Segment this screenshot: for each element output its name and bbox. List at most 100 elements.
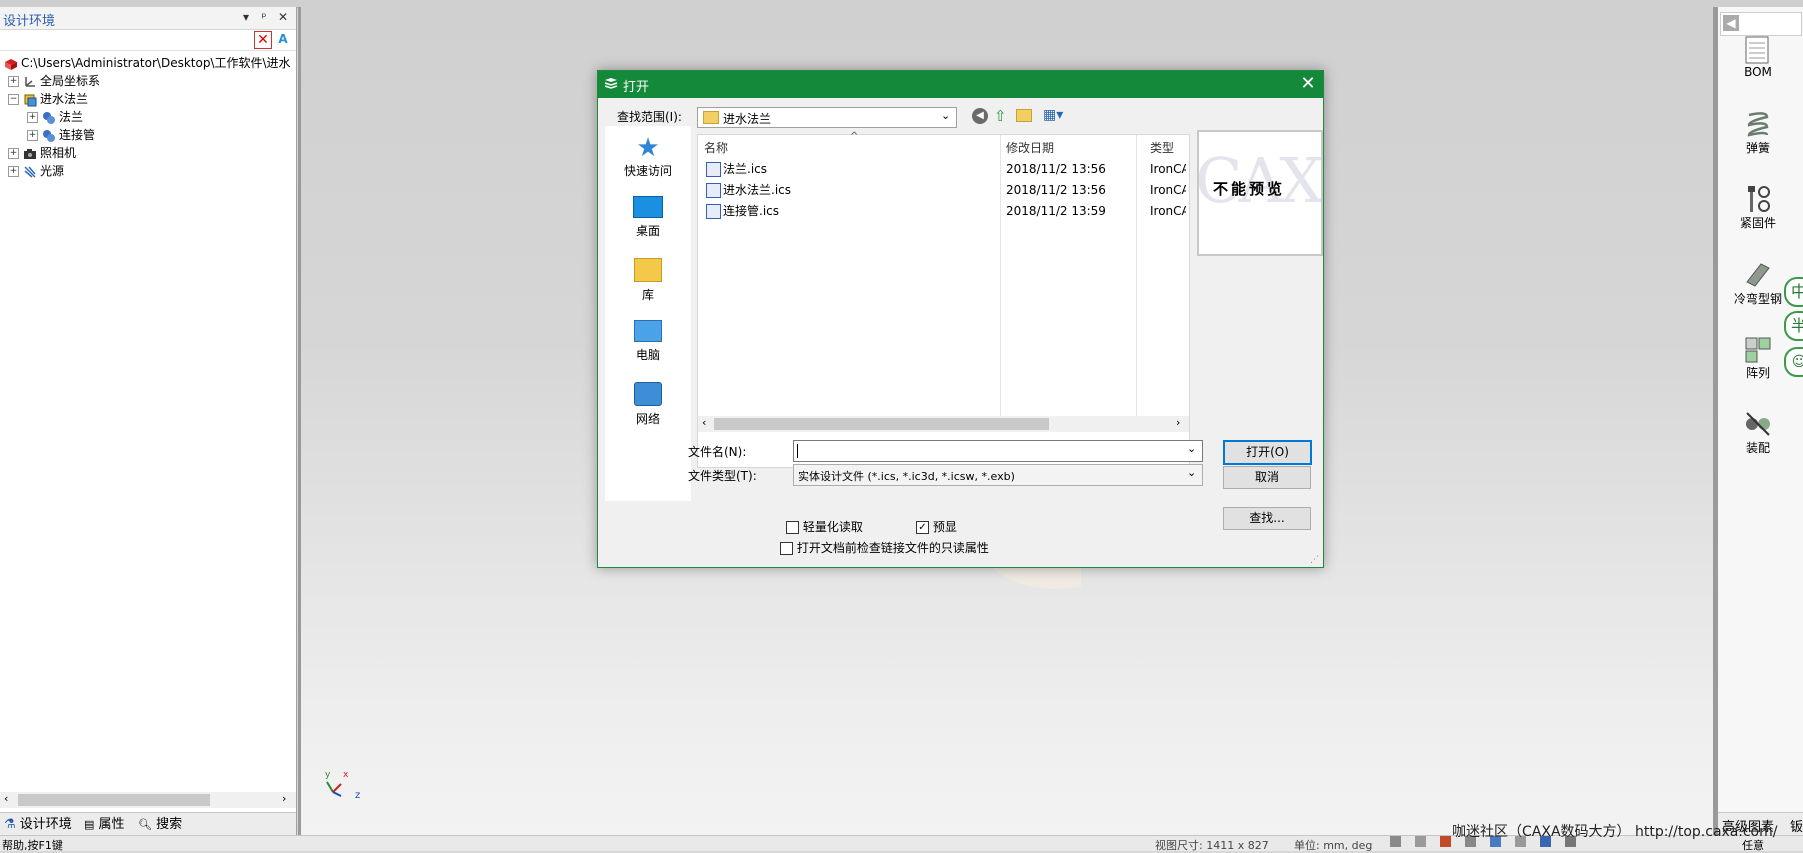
open-button[interactable]: 打开(O) [1223, 440, 1312, 465]
library-item-label: 阵列 [1745, 366, 1770, 380]
fastener-icon [1748, 186, 1770, 212]
place-label: 快速访问 [623, 164, 672, 178]
readonly-checkbox[interactable] [780, 542, 793, 555]
pin-icon[interactable]: ᵖ [256, 9, 272, 25]
scroll-right-icon[interactable]: › [1176, 416, 1180, 429]
tree-label: 全局坐标系 [40, 74, 101, 88]
filter-icon[interactable]: A [274, 31, 292, 47]
expand-icon[interactable]: + [8, 166, 19, 177]
panel-header: 设计环境 ▾ ᵖ ✕ [0, 7, 296, 30]
bom-icon [1745, 36, 1769, 64]
lightweight-read-option[interactable]: 轻量化读取 [786, 518, 863, 535]
up-folder-icon[interactable]: ⇧ [994, 107, 1007, 125]
expand-icon[interactable]: + [27, 112, 38, 123]
tree-item-inlet-flange[interactable]: − 进水法兰 [8, 90, 88, 108]
file-list-hscroll[interactable]: ‹ › [698, 416, 1189, 432]
preview-option[interactable]: ✓ 预显 [916, 518, 957, 535]
library-item-bom[interactable]: BOM [1718, 35, 1798, 79]
expand-icon[interactable]: + [27, 130, 38, 141]
file-row[interactable]: 进水法兰.ics 2018/11/2 13:56 IronCAI [706, 180, 1186, 200]
look-in-dropdown[interactable]: 进水法兰 ⌄ [697, 107, 957, 128]
chevron-down-icon[interactable]: ⌄ [1187, 466, 1196, 479]
filetype-value: 实体设计文件 (*.ics, *.ic3d, *.icsw, *.exb) [798, 470, 1015, 483]
tree-item-pipe[interactable]: + 连接管 [27, 126, 95, 144]
ime-halfwidth-icon[interactable]: 半 [1784, 311, 1803, 341]
chevron-down-icon[interactable]: ⌄ [941, 109, 950, 122]
file-row[interactable]: 法兰.ics 2018/11/2 13:56 IronCAI [706, 159, 1186, 179]
column-header-date[interactable]: 修改日期 [1006, 139, 1054, 156]
tree-item-light[interactable]: + 光源 [8, 162, 64, 180]
scroll-left-icon[interactable]: ‹ [702, 416, 706, 429]
design-environment-panel: 设计环境 ▾ ᵖ ✕ ✕ A C:\Users\Administrator\De… [0, 7, 297, 839]
ime-badge-icon[interactable]: 中 [1784, 277, 1803, 307]
ime-emoji-icon[interactable]: ☺ [1784, 347, 1803, 377]
places-bar: ★ 快速访问 桌面 库 电脑 网络 [605, 126, 691, 501]
chevron-down-icon[interactable]: ⌄ [1187, 442, 1196, 455]
close-panel-icon[interactable]: ✕ [275, 9, 291, 25]
axis-z-label: z [355, 790, 361, 801]
lightweight-checkbox[interactable] [786, 521, 799, 534]
library-item-assembly[interactable]: 装配 [1718, 409, 1798, 456]
collapse-icon[interactable]: − [8, 94, 19, 105]
scroll-thumb[interactable] [714, 418, 1049, 430]
filename-label: 文件名(N): [688, 445, 747, 459]
tab-properties[interactable]: ▤ 属性 [84, 816, 125, 834]
light-icon [24, 165, 36, 178]
tree-item-global-coords[interactable]: + 全局坐标系 [8, 72, 100, 90]
filename-input[interactable]: ⌄ [793, 440, 1203, 462]
readonly-check-option[interactable]: 打开文档前检查链接文件的只读属性 [780, 539, 989, 556]
file-name: 进水法兰.ics [723, 183, 791, 197]
back-icon[interactable]: ◀ [972, 108, 988, 124]
find-button[interactable]: 查找... [1223, 507, 1311, 530]
cancel-button[interactable]: 取消 [1223, 466, 1311, 489]
tree-item-camera[interactable]: + 照相机 [8, 144, 76, 162]
tree-label: C:\Users\Administrator\Desktop\工作软件\进水 [21, 56, 291, 70]
library-item-spring[interactable]: 弹簧 [1718, 109, 1798, 156]
view-menu-icon[interactable]: ▦▾ [1043, 107, 1063, 123]
axis-icon [25, 76, 35, 87]
place-network[interactable]: 网络 [605, 380, 691, 427]
tab-sheet-metal[interactable]: 钣 [1790, 816, 1803, 835]
panel-dropdown-icon[interactable]: ▾ [238, 9, 254, 25]
column-header-type[interactable]: 类型 [1150, 139, 1174, 156]
tree-root[interactable]: C:\Users\Administrator\Desktop\工作软件\进水 [2, 54, 291, 72]
horizontal-scrollbar[interactable]: ‹ › [0, 792, 296, 808]
open-file-dialog: 打开 ✕ 查找范围(I): 进水法兰 ⌄ ◀ ⇧ ▦▾ ★ 快速访问 桌面 库 … [597, 70, 1324, 568]
tab-search[interactable]: 🔍︎ 搜索 [138, 816, 182, 834]
delete-icon[interactable]: ✕ [254, 31, 272, 49]
panel-title: 设计环境 [3, 14, 56, 29]
tree-label: 光源 [40, 164, 65, 178]
resize-grip-icon[interactable]: ⋰ [1310, 555, 1319, 565]
tab-design-environment[interactable]: ⚗ 设计环境 [4, 816, 72, 834]
expand-icon[interactable]: + [8, 148, 19, 159]
place-library[interactable]: 库 [605, 256, 691, 303]
scroll-thumb[interactable] [18, 794, 210, 806]
preview-checkbox[interactable]: ✓ [916, 521, 929, 534]
file-row[interactable]: 连接管.ics 2018/11/2 13:59 IronCAI [706, 201, 1186, 221]
preview-pane: CAXA 不能预览 [1197, 130, 1323, 256]
scroll-right-icon[interactable]: › [282, 792, 286, 805]
expand-icon[interactable]: + [8, 76, 19, 87]
array-icon [1745, 337, 1771, 363]
new-folder-icon[interactable] [1016, 109, 1032, 122]
dialog-title-bar[interactable]: 打开 ✕ [598, 71, 1323, 98]
dialog-title: 打开 [623, 80, 650, 95]
file-type: IronCAI [1150, 204, 1186, 218]
place-computer[interactable]: 电脑 [605, 318, 691, 363]
file-rows: 法兰.ics 2018/11/2 13:56 IronCAI 进水法兰.ics … [698, 159, 1189, 223]
filetype-dropdown[interactable]: 实体设计文件 (*.ics, *.ic3d, *.icsw, *.exb) ⌄ [793, 464, 1203, 486]
folder-icon [703, 111, 719, 124]
close-icon[interactable]: ✕ [1296, 73, 1320, 95]
place-desktop[interactable]: 桌面 [605, 194, 691, 239]
back-icon[interactable]: ◀ [1723, 15, 1739, 31]
view-size: 视图尺寸: 1411 x 827 [1155, 839, 1269, 852]
tree-label: 照相机 [40, 146, 77, 160]
tree-item-flange[interactable]: + 法兰 [27, 108, 83, 126]
file-list[interactable]: ^ 名称 修改日期 类型 法兰.ics 2018/11/2 13:56 Iron… [697, 131, 1190, 468]
floating-ime-badges: 中 半 ☺ [1776, 275, 1803, 385]
place-quick-access[interactable]: ★ 快速访问 [605, 134, 691, 179]
scroll-left-icon[interactable]: ‹ [4, 792, 8, 805]
column-header-name[interactable]: 名称 [704, 139, 728, 156]
file-date: 2018/11/2 13:56 [1006, 162, 1106, 176]
library-item-fastener[interactable]: 紧固件 [1718, 184, 1798, 231]
